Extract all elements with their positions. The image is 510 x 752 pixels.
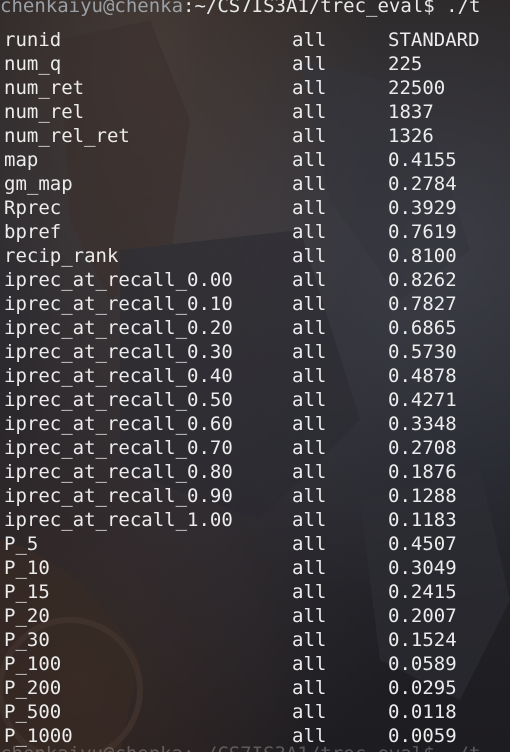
query-id: all xyxy=(292,125,327,147)
measure-value: 0.3049 xyxy=(388,557,457,579)
query-id: all xyxy=(292,101,327,123)
measure-name: Rprec xyxy=(4,197,62,219)
query-id: all xyxy=(292,557,327,579)
measure-name: iprec_at_recall_0.30 xyxy=(4,341,233,363)
query-id: all xyxy=(292,389,327,411)
query-id: all xyxy=(292,485,327,507)
measure-value: 0.0295 xyxy=(388,677,457,699)
prompt-user-host: chenkaiyu@chenka xyxy=(0,0,184,17)
measure-name: num_q xyxy=(4,53,62,75)
query-id: all xyxy=(292,29,327,51)
measure-value: 0.8262 xyxy=(388,269,457,291)
query-id: all xyxy=(292,245,327,267)
measure-name: P_30 xyxy=(4,629,50,651)
measure-name: gm_map xyxy=(4,173,73,195)
query-id: all xyxy=(292,293,327,315)
query-id: all xyxy=(292,509,327,531)
query-id: all xyxy=(292,605,327,627)
measure-value: 225 xyxy=(388,53,423,75)
measure-value: 1326 xyxy=(388,125,434,147)
measure-value: 0.5730 xyxy=(388,341,457,363)
measure-name: P_10 xyxy=(4,557,50,579)
measure-value: 0.0118 xyxy=(388,701,457,723)
query-id: all xyxy=(292,533,327,555)
measure-value: 0.4271 xyxy=(388,389,457,411)
measure-value: 0.1183 xyxy=(388,509,457,531)
measure-value: 0.1288 xyxy=(388,485,457,507)
measure-name: iprec_at_recall_0.80 xyxy=(4,461,233,483)
measure-name: iprec_at_recall_0.10 xyxy=(4,293,233,315)
measure-value: 0.2784 xyxy=(388,173,457,195)
prompt-command: :~/CS7IS3A1/trec_eval$ ./t xyxy=(183,0,481,17)
measure-value: 0.7619 xyxy=(388,221,457,243)
measure-name: P_20 xyxy=(4,605,50,627)
measure-value: 0.3929 xyxy=(388,197,457,219)
measure-value: 0.4507 xyxy=(388,533,457,555)
measure-name: P_15 xyxy=(4,581,50,603)
measure-name: num_rel_ret xyxy=(4,125,130,147)
query-id: all xyxy=(292,365,327,387)
measure-name: iprec_at_recall_0.90 xyxy=(4,485,233,507)
measure-name: iprec_at_recall_0.20 xyxy=(4,317,233,339)
measure-value: STANDARD xyxy=(388,29,480,51)
query-id: all xyxy=(292,173,327,195)
query-id: all xyxy=(292,221,327,243)
measure-value: 0.1524 xyxy=(388,629,457,651)
query-id: all xyxy=(292,77,327,99)
measure-name: P_100 xyxy=(4,653,62,675)
measure-name: P_200 xyxy=(4,677,62,699)
query-id: all xyxy=(292,197,327,219)
measure-name: num_ret xyxy=(4,77,85,99)
measure-name: bpref xyxy=(4,221,62,243)
measure-name: iprec_at_recall_0.60 xyxy=(4,413,233,435)
query-id: all xyxy=(292,53,327,75)
measure-value: 0.2415 xyxy=(388,581,457,603)
measure-name: iprec_at_recall_0.70 xyxy=(4,437,233,459)
query-id: all xyxy=(292,269,327,291)
measure-name: recip_rank xyxy=(4,245,119,267)
query-id: all xyxy=(292,653,327,675)
query-id: all xyxy=(292,317,327,339)
measure-value: 0.4878 xyxy=(388,365,457,387)
measure-name: map xyxy=(4,149,39,171)
measure-value: 0.6865 xyxy=(388,317,457,339)
query-id: all xyxy=(292,149,327,171)
measure-value: 0.1876 xyxy=(388,461,457,483)
measure-name: P_500 xyxy=(4,701,62,723)
query-id: all xyxy=(292,581,327,603)
measure-value: 0.2007 xyxy=(388,605,457,627)
query-id: all xyxy=(292,629,327,651)
query-id: all xyxy=(292,677,327,699)
measure-name: runid xyxy=(4,29,62,51)
query-id: all xyxy=(292,341,327,363)
measure-name: iprec_at_recall_1.00 xyxy=(4,509,233,531)
query-id: all xyxy=(292,701,327,723)
next-prompt-line: chenkaiyu@chenka:~/CS7IS3A1/trec_eval$ .… xyxy=(0,742,480,752)
measure-value: 0.4155 xyxy=(388,149,457,171)
measure-value: 0.0589 xyxy=(388,653,457,675)
measure-name: iprec_at_recall_0.40 xyxy=(4,365,233,387)
measure-value: 22500 xyxy=(388,77,446,99)
measure-name: P_5 xyxy=(4,533,39,555)
terminal-window[interactable]: chenkaiyu@chenka:~/CS7IS3A1/trec_eval$ .… xyxy=(0,0,510,752)
prompt-line: chenkaiyu@chenka:~/CS7IS3A1/trec_eval$ .… xyxy=(0,0,480,18)
measure-value: 0.3348 xyxy=(388,413,457,435)
query-id: all xyxy=(292,461,327,483)
measure-name: iprec_at_recall_0.50 xyxy=(4,389,233,411)
query-id: all xyxy=(292,413,327,435)
measure-value: 0.2708 xyxy=(388,437,457,459)
measure-value: 1837 xyxy=(388,101,434,123)
query-id: all xyxy=(292,437,327,459)
measure-value: 0.7827 xyxy=(388,293,457,315)
measure-name: num_rel xyxy=(4,101,85,123)
measure-name: iprec_at_recall_0.00 xyxy=(4,269,233,291)
measure-value: 0.8100 xyxy=(388,245,457,267)
